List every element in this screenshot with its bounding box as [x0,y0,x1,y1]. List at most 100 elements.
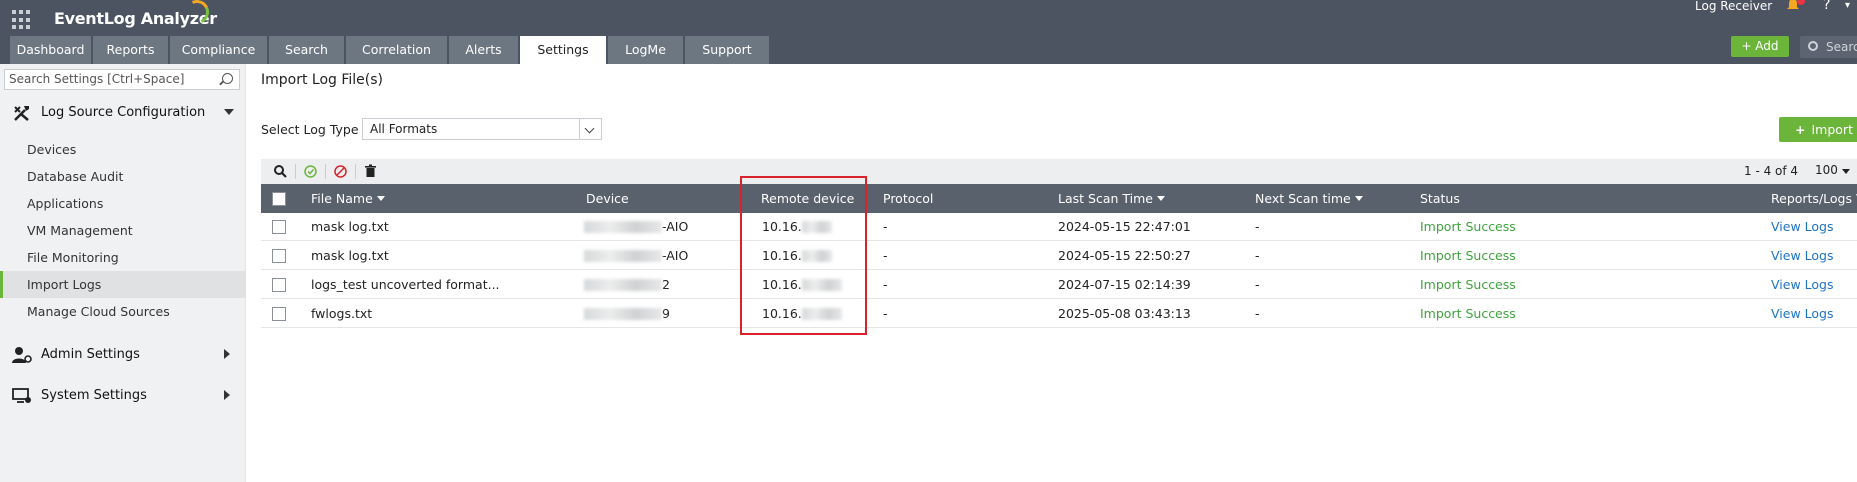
row-checkbox[interactable] [272,249,286,263]
sidebar-section-label: System Settings [41,388,147,403]
sidebar: Search Settings [Ctrl+Space] Log Source … [0,64,246,482]
next-scan-cell: - [1255,219,1260,234]
app-grid-icon[interactable] [12,10,32,30]
search-icon[interactable] [222,73,233,84]
tab-alerts[interactable]: Alerts [449,36,518,64]
table-toolbar [261,159,1857,184]
toolbar-divider [355,164,356,179]
table-row[interactable]: mask log.txt -AIO 10.16. - 2024-05-15 22… [261,241,1857,270]
column-header-device[interactable]: Device [586,191,629,206]
plus-icon: + [1795,122,1806,137]
toolbar-divider [325,164,326,179]
chevron-down-icon[interactable] [579,119,601,139]
row-checkbox[interactable] [272,307,286,321]
last-scan-cell: 2024-05-15 22:50:27 [1058,248,1191,263]
next-scan-cell: - [1255,248,1260,263]
status-cell: Import Success [1420,306,1516,321]
table-row[interactable]: mask log.txt -AIO 10.16. - 2024-05-15 22… [261,212,1857,241]
settings-search-input[interactable]: Search Settings [Ctrl+Space] [4,69,240,90]
monitor-gear-icon [12,388,31,403]
view-logs-link[interactable]: View Logs [1771,277,1833,292]
tab-correlation[interactable]: Correlation [346,36,447,64]
next-scan-cell: - [1255,277,1260,292]
page-title: Import Log File(s) [261,72,384,88]
sidebar-item-database-audit[interactable]: Database Audit [0,163,246,190]
sidebar-section-admin-settings[interactable]: Admin Settings [0,340,246,370]
view-logs-link[interactable]: View Logs [1771,306,1833,321]
tools-icon [14,106,29,121]
file-name-cell: mask log.txt [311,219,389,234]
column-header-status[interactable]: Status [1420,191,1460,206]
table-row[interactable]: fwlogs.txt 9 10.16. - 2025-05-08 03:43:1… [261,299,1857,328]
last-scan-cell: 2024-05-15 22:47:01 [1058,219,1191,234]
status-cell: Import Success [1420,219,1516,234]
device-cell: 2 [584,277,670,292]
add-button[interactable]: + Add [1731,36,1789,57]
top-bar: EventLog Analyzer Log Receiver ? ▾ Dashb… [0,0,1857,64]
column-header-reports-logs[interactable]: Reports/Logs Vi [1771,191,1857,206]
column-header-last-scan-time[interactable]: Last Scan Time [1058,191,1165,206]
tab-logme[interactable]: LogMe [608,36,683,64]
column-header-file-name[interactable]: File Name [311,191,385,206]
global-search-input[interactable]: Search [1800,36,1857,58]
sidebar-section-log-source-configuration[interactable]: Log Source Configuration [0,98,246,128]
tab-support[interactable]: Support [685,36,769,64]
tab-compliance[interactable]: Compliance [170,36,267,64]
admin-user-icon [12,347,32,363]
sidebar-item-file-monitoring[interactable]: File Monitoring [0,244,246,271]
search-icon [1808,41,1818,51]
column-header-protocol[interactable]: Protocol [883,191,933,206]
redacted-text [584,221,662,233]
next-scan-cell: - [1255,306,1260,321]
row-checkbox[interactable] [272,278,286,292]
sort-down-icon [1156,196,1165,201]
device-cell: -AIO [584,248,688,263]
page-size-select[interactable]: 100 [1815,163,1850,177]
search-icon[interactable] [273,164,288,179]
sidebar-item-import-logs[interactable]: Import Logs [0,271,246,298]
select-all-checkbox[interactable] [272,192,286,206]
main-tabs: Dashboard Reports Compliance Search Corr… [10,36,771,64]
import-button[interactable]: + Import [1779,117,1857,142]
chevron-down-icon[interactable]: ▾ [1845,0,1850,11]
table-header: File Name Device Remote device Protocol … [261,184,1857,213]
row-checkbox[interactable] [272,220,286,234]
chevron-right-icon [224,349,230,359]
tab-dashboard[interactable]: Dashboard [10,36,91,64]
toolbar-divider [295,164,296,179]
sidebar-item-devices[interactable]: Devices [0,136,246,163]
sidebar-item-applications[interactable]: Applications [0,190,246,217]
disable-icon[interactable] [333,164,348,179]
select-log-type-label: Select Log Type [261,122,359,137]
sidebar-item-vm-management[interactable]: VM Management [0,217,246,244]
sidebar-section-label: Log Source Configuration [41,105,206,120]
table-row[interactable]: logs_test uncoverted format... 2 10.16. … [261,270,1857,299]
view-logs-link[interactable]: View Logs [1771,248,1833,263]
tab-settings[interactable]: Settings [520,36,606,64]
chevron-down-icon [224,109,234,115]
sidebar-item-manage-cloud-sources[interactable]: Manage Cloud Sources [0,298,246,325]
log-type-select[interactable]: All Formats [362,118,602,140]
last-scan-cell: 2025-05-08 03:43:13 [1058,306,1191,321]
file-name-cell: mask log.txt [311,248,389,263]
redacted-text [584,308,662,320]
help-icon[interactable]: ? [1823,0,1830,13]
redacted-text [584,250,662,262]
sidebar-section-label: Admin Settings [41,347,140,362]
view-logs-link[interactable]: View Logs [1771,219,1833,234]
pagination-info: 1 - 4 of 4 [1744,164,1799,178]
sidebar-section-system-settings[interactable]: System Settings [0,381,246,411]
file-name-cell: fwlogs.txt [311,306,373,321]
sort-down-icon [376,196,385,201]
tab-reports[interactable]: Reports [93,36,168,64]
status-cell: Import Success [1420,248,1516,263]
device-cell: 9 [584,306,670,321]
trash-icon[interactable] [363,164,378,179]
log-receiver-link[interactable]: Log Receiver [1695,0,1772,13]
column-header-next-scan-time[interactable]: Next Scan time [1255,191,1363,206]
sort-down-icon [1354,196,1363,201]
protocol-cell: - [883,248,888,263]
protocol-cell: - [883,277,888,292]
enable-check-icon[interactable] [303,164,318,179]
tab-search[interactable]: Search [269,36,344,64]
